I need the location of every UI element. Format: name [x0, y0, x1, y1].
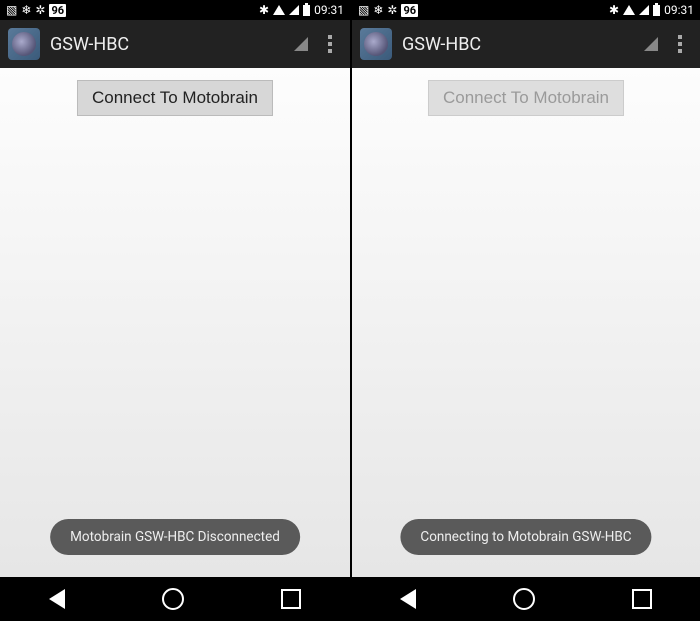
bluetooth-icon: ✱ [609, 3, 619, 17]
cell-signal-icon [289, 5, 299, 15]
app-status-icon: ❄ [21, 3, 31, 17]
spinner-idle-icon [294, 37, 308, 51]
gallery-icon: ▧ [358, 3, 369, 17]
battery-percent-badge: 96 [49, 4, 66, 17]
status-bar: ▧ ❄ ✲ 96 ✱ 09:31 [0, 0, 350, 20]
nav-home-button[interactable] [513, 588, 535, 610]
battery-icon [303, 5, 310, 16]
device-screen-left: ▧ ❄ ✲ 96 ✱ 09:31 GSW-HBC Connect To Moto… [0, 0, 350, 621]
status-bar: ▧ ❄ ✲ 96 ✱ 09:31 [352, 0, 700, 20]
clock-label: 09:31 [314, 3, 344, 17]
device-screen-right: ▧ ❄ ✲ 96 ✱ 09:31 GSW-HBC Connect To Moto… [350, 0, 700, 621]
content-area: Connect To Motobrain Motobrain GSW-HBC D… [0, 68, 350, 577]
nav-recent-button[interactable] [281, 589, 301, 609]
connect-button[interactable]: Connect To Motobrain [77, 80, 273, 116]
navigation-bar [0, 577, 350, 621]
spinner-idle-icon [644, 37, 658, 51]
content-area: Connect To Motobrain Connecting to Motob… [352, 68, 700, 577]
snowflake-icon: ✲ [35, 3, 45, 17]
gallery-icon: ▧ [6, 3, 17, 17]
app-status-icon: ❄ [373, 3, 383, 17]
snowflake-icon: ✲ [387, 3, 397, 17]
action-bar: GSW-HBC [0, 20, 350, 68]
app-title: GSW-HBC [50, 34, 284, 55]
app-icon [8, 28, 40, 60]
connect-button: Connect To Motobrain [428, 80, 624, 116]
nav-back-button[interactable] [400, 589, 416, 609]
nav-recent-button[interactable] [632, 589, 652, 609]
battery-percent-badge: 96 [401, 4, 418, 17]
wifi-icon [623, 5, 635, 15]
app-icon [360, 28, 392, 60]
nav-back-button[interactable] [49, 589, 65, 609]
app-title: GSW-HBC [402, 34, 634, 55]
bluetooth-icon: ✱ [259, 3, 269, 17]
cell-signal-icon [639, 5, 649, 15]
navigation-bar [352, 577, 700, 621]
nav-home-button[interactable] [162, 588, 184, 610]
overflow-menu-button[interactable] [668, 27, 692, 61]
battery-icon [653, 5, 660, 16]
overflow-menu-button[interactable] [318, 27, 342, 61]
status-toast: Connecting to Motobrain GSW-HBC [400, 519, 651, 555]
action-bar: GSW-HBC [352, 20, 700, 68]
wifi-icon [273, 5, 285, 15]
clock-label: 09:31 [664, 3, 694, 17]
status-toast: Motobrain GSW-HBC Disconnected [50, 519, 300, 555]
